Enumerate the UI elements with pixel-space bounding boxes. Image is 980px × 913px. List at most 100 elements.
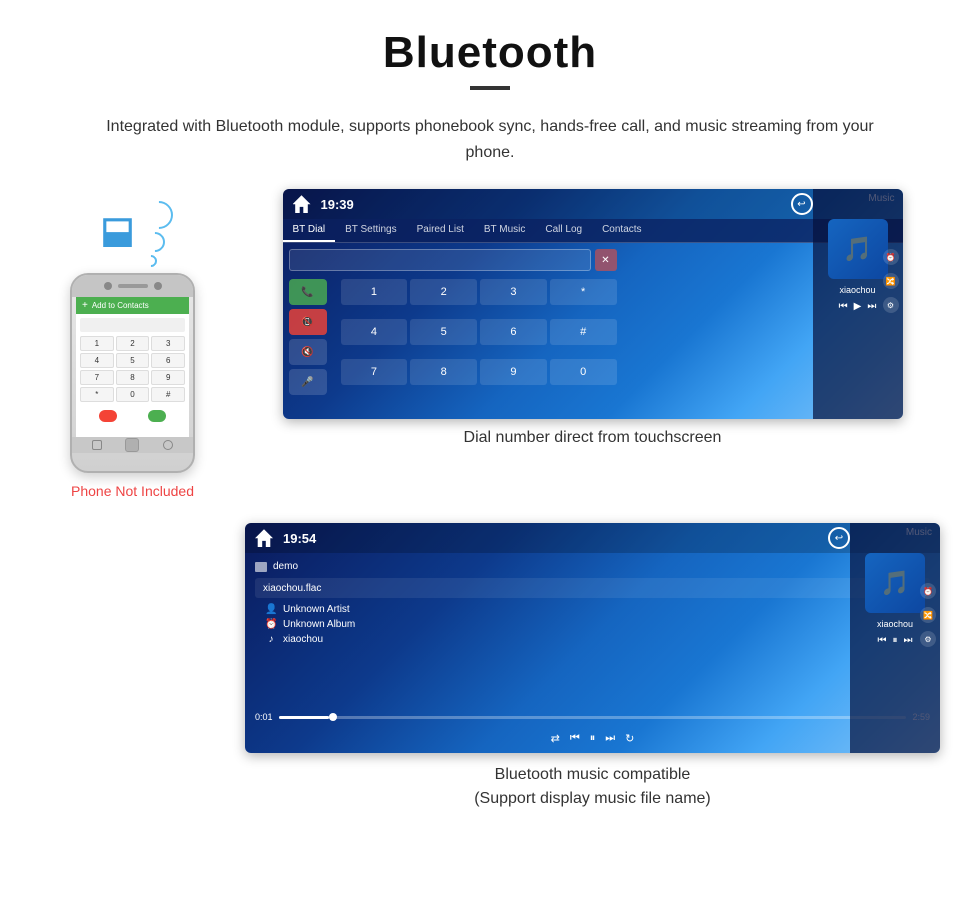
mute-button[interactable]: 🔇: [289, 339, 327, 365]
next-track-button[interactable]: ⏭: [867, 301, 876, 312]
dial-key[interactable]: 7: [80, 370, 114, 385]
num-key-7[interactable]: 7: [341, 359, 408, 385]
screenshot-2-caption: Bluetooth music compatible (Support disp…: [245, 763, 940, 811]
file-list-item[interactable]: xiaochou.flac ◀: [255, 578, 930, 598]
num-key-0[interactable]: 0: [550, 359, 617, 385]
call-button[interactable]: 📞: [289, 279, 327, 305]
car-nav-tabs-1: BT Dial BT Settings Paired List BT Music…: [283, 219, 903, 243]
car-tab-bt-settings[interactable]: BT Settings: [335, 219, 407, 242]
num-key-3[interactable]: 3: [480, 279, 547, 305]
phone-dialpad-display: [80, 318, 185, 332]
phone-camera: [104, 282, 112, 290]
folder-name: demo: [273, 561, 298, 572]
car-tab-paired-list[interactable]: Paired List: [407, 219, 474, 242]
num-key-5[interactable]: 5: [410, 319, 477, 345]
settings-icon-2[interactable]: ⚙: [920, 631, 936, 647]
progress-bar[interactable]: [279, 716, 907, 719]
microphone-button[interactable]: 🎤: [289, 369, 327, 395]
car-back-button-2[interactable]: ↩: [828, 527, 850, 549]
dial-display-row: ✕: [289, 249, 617, 271]
phone-back-btn[interactable]: [92, 440, 102, 450]
num-key-1[interactable]: 1: [341, 279, 408, 305]
phone-screen: + Add to Contacts 1 2 3 4 5 6 7: [76, 297, 189, 437]
dial-key[interactable]: #: [151, 387, 185, 402]
dial-key[interactable]: 0: [116, 387, 150, 402]
dial-key[interactable]: 2: [116, 336, 150, 351]
car-back-button-1[interactable]: ↩: [791, 193, 813, 215]
prev-track-btn-2[interactable]: ⏮: [878, 635, 887, 646]
car-home-icon-2[interactable]: [255, 529, 273, 547]
next-btn[interactable]: ⏭: [605, 732, 615, 745]
car-music-panel-2: 🎵 xiaochou ⏮ ⏸ ⏭ ⏰ 🔀 ⚙: [850, 523, 940, 753]
dial-display-box: [289, 249, 591, 271]
title-divider: [470, 86, 510, 90]
clock-icon[interactable]: ⏰: [883, 249, 899, 265]
phone-not-included-label: Phone Not Included: [71, 483, 194, 499]
screenshot-1-caption: Dial number direct from touchscreen: [464, 429, 722, 447]
backspace-button[interactable]: ✕: [595, 249, 617, 271]
settings-icon[interactable]: ⚙: [883, 297, 899, 313]
next-track-btn-2[interactable]: ⏭: [904, 635, 913, 646]
dial-key[interactable]: 8: [116, 370, 150, 385]
num-key-hash[interactable]: #: [550, 319, 617, 345]
shuffle-btn[interactable]: ⇄: [551, 732, 560, 745]
shuffle-icon-2[interactable]: 🔀: [920, 607, 936, 623]
music-song-name-1: xiaochou: [839, 285, 875, 295]
folder-row: demo: [255, 561, 930, 572]
pause-btn[interactable]: ⏸: [590, 732, 596, 745]
phone-end-call-button[interactable]: [99, 410, 117, 422]
track-info: 👤 Unknown Artist ⏰ Unknown Album ♪: [255, 604, 930, 645]
car-top-bar-1: 19:39 ↩: [283, 189, 903, 219]
car-tab-call-log[interactable]: Call Log: [535, 219, 592, 242]
phone-call-button[interactable]: [148, 410, 166, 422]
phone-screen-header: + Add to Contacts: [76, 297, 189, 314]
bluetooth-symbol-icon: ⬓: [101, 209, 135, 251]
end-call-button[interactable]: 📵: [289, 309, 327, 335]
car-tab-contacts[interactable]: Contacts: [592, 219, 651, 242]
artist-name: Unknown Artist: [283, 604, 350, 615]
caption-line-1: Bluetooth music compatible: [495, 766, 691, 783]
car-music-body: demo xiaochou.flac ◀: [245, 553, 940, 753]
dial-key[interactable]: 1: [80, 336, 114, 351]
pause-btn-2[interactable]: ⏸: [893, 635, 898, 646]
dial-key[interactable]: 5: [116, 353, 150, 368]
car-time-1: 19:39: [321, 197, 354, 212]
artist-row: 👤 Unknown Artist: [265, 604, 930, 615]
music-song-name-2: xiaochou: [877, 619, 913, 629]
caption-line-2: (Support display music file name): [474, 790, 711, 807]
action-buttons: 📞 📵 🔇 🎤: [289, 279, 327, 395]
repeat-btn[interactable]: ↻: [625, 732, 634, 745]
prev-btn[interactable]: ⏮: [570, 732, 580, 745]
dial-key[interactable]: 4: [80, 353, 114, 368]
num-key-9[interactable]: 9: [480, 359, 547, 385]
phone-speaker: [118, 284, 148, 288]
dial-key[interactable]: 6: [151, 353, 185, 368]
dial-key[interactable]: 3: [151, 336, 185, 351]
clock-icon-2[interactable]: ⏰: [920, 583, 936, 599]
note-icon: ♪: [265, 634, 277, 645]
car-tab-bt-dial[interactable]: BT Dial: [283, 219, 336, 242]
num-key-8[interactable]: 8: [410, 359, 477, 385]
num-key-4[interactable]: 4: [341, 319, 408, 345]
plus-icon: +: [82, 300, 88, 311]
play-button-1[interactable]: ▶: [854, 301, 862, 312]
dial-key[interactable]: *: [80, 387, 114, 402]
prev-track-button[interactable]: ⏮: [839, 301, 848, 312]
car-home-icon[interactable]: [293, 195, 311, 213]
car-screen-1: 19:39 ↩ Music BT Dial BT Settings Paired…: [283, 189, 903, 419]
phone-menu-btn[interactable]: [163, 440, 173, 450]
music-controls-1: ⏮ ▶ ⏭: [839, 301, 877, 312]
num-key-6[interactable]: 6: [480, 319, 547, 345]
num-key-star[interactable]: *: [550, 279, 617, 305]
album-name: Unknown Album: [283, 619, 355, 630]
dial-key[interactable]: 9: [151, 370, 185, 385]
phone-dialpad-grid: 1 2 3 4 5 6 7 8 9 * 0 #: [80, 336, 185, 402]
phone-home-btn[interactable]: [125, 438, 139, 452]
music-right-icons-2: ⏰ 🔀 ⚙: [920, 583, 936, 647]
num-key-2[interactable]: 2: [410, 279, 477, 305]
shuffle-icon[interactable]: 🔀: [883, 273, 899, 289]
playback-controls: ⇄ ⏮ ⏸ ⏭ ↻: [255, 732, 930, 745]
car-tab-bt-music[interactable]: BT Music: [474, 219, 536, 242]
progress-row: 0:01 2:59: [255, 712, 930, 722]
time-start: 0:01: [255, 712, 273, 722]
